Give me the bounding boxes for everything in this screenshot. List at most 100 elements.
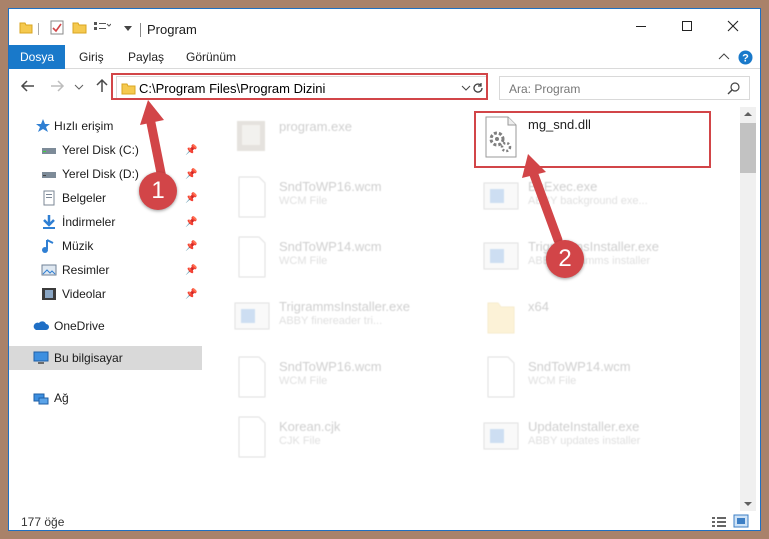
file-item[interactable]: SndToWP14.wcm WCM File	[233, 233, 478, 291]
file-item[interactable]: Korean.cjk CJK File	[233, 413, 478, 471]
properties-icon[interactable]	[50, 20, 64, 35]
videos-icon	[42, 288, 56, 300]
details-view-icon[interactable]	[711, 515, 727, 527]
tab-view[interactable]: Görünüm	[186, 45, 236, 69]
file-type: ABBY trigramms installer	[528, 255, 651, 267]
sidebar-item-label: Belgeler	[62, 191, 107, 205]
address-bar[interactable]: C:\Program Files\Program Dizini	[116, 76, 488, 100]
sidebar-item-label: Müzik	[62, 239, 94, 253]
sidebar-item-this-pc[interactable]: Bu bilgisayar	[9, 346, 202, 370]
file-name: SndToWP16.wcm	[279, 179, 382, 194]
folder-icon	[19, 22, 33, 34]
scrollbar-thumb[interactable]	[740, 123, 756, 173]
forward-arrow-icon[interactable]	[49, 78, 65, 94]
scroll-up-icon[interactable]	[744, 111, 752, 117]
refresh-button[interactable]	[469, 76, 488, 100]
file-item[interactable]: SndToWP14.wcm WCM File	[482, 353, 727, 411]
file-type: WCM File	[279, 195, 328, 207]
tab-share[interactable]: Paylaş	[128, 45, 164, 69]
expand-ribbon-icon[interactable]	[718, 52, 730, 62]
drive-icon	[42, 148, 56, 154]
file-name: SndToWP16.wcm	[279, 359, 382, 374]
recent-locations-icon[interactable]	[74, 82, 84, 92]
minimize-icon	[636, 26, 646, 27]
scroll-down-icon[interactable]	[744, 501, 752, 507]
chevron-down-icon[interactable]	[123, 23, 133, 33]
pin-icon[interactable]: 📌	[185, 145, 197, 156]
sidebar-item-network[interactable]: Ağ	[9, 386, 202, 410]
file-item[interactable]: TrigrammsInstaller.exe ABBY trigramms in…	[482, 233, 727, 291]
window-title: Program	[147, 22, 197, 37]
search-input[interactable]: Ara: Program	[509, 82, 580, 96]
maximize-button[interactable]	[664, 9, 710, 43]
drive-icon	[42, 172, 56, 178]
sidebar-item-downloads[interactable]: İndirmeler 📌	[9, 210, 202, 234]
ribbon: Dosya Giriş Paylaş Görünüm ?	[9, 45, 760, 69]
sidebar-item-videos[interactable]: Videolar 📌	[9, 282, 202, 306]
pin-icon[interactable]: 📌	[185, 193, 197, 204]
new-folder-icon[interactable]	[72, 20, 87, 34]
application-icon	[234, 302, 270, 330]
file-type: ABBY finereader tri...	[279, 315, 383, 327]
file-item-mg-snd-dll[interactable]: mg_snd.dll	[482, 113, 727, 171]
large-icons-view-icon[interactable]	[733, 514, 749, 528]
sidebar-item-label: Bu bilgisayar	[54, 351, 123, 365]
document-icon	[238, 416, 266, 458]
pin-icon[interactable]: 📌	[185, 169, 197, 180]
sidebar-item-label: Videolar	[62, 287, 106, 301]
close-button[interactable]	[710, 9, 756, 43]
file-name: SndToWP14.wcm	[279, 239, 382, 254]
file-name: TrigrammsInstaller.exe	[528, 239, 659, 254]
sidebar-item-label: Yerel Disk (C:)	[62, 143, 139, 157]
file-item[interactable]: SndToWP16.wcm WCM File	[233, 173, 478, 231]
file-item[interactable]: program.exe	[233, 113, 478, 171]
file-type: WCM File	[279, 375, 328, 387]
sidebar-item-label: Resimler	[62, 263, 110, 277]
vertical-scrollbar[interactable]	[740, 107, 756, 511]
folder-icon	[487, 302, 515, 334]
up-arrow-icon[interactable]	[94, 78, 110, 94]
sidebar-item-label: Ağ	[54, 391, 69, 405]
pin-icon[interactable]: 📌	[185, 217, 197, 228]
search-icon[interactable]	[727, 82, 740, 95]
sidebar-item-pictures[interactable]: Resimler 📌	[9, 258, 202, 282]
application-icon	[483, 182, 519, 210]
pictures-icon	[41, 264, 57, 276]
file-item[interactable]: TrigrammsInstaller.exe ABBY finereader t…	[233, 293, 478, 351]
file-name: UpdateInstaller.exe	[528, 419, 640, 434]
search-box[interactable]: Ara: Program	[499, 76, 750, 100]
file-item[interactable]: BgExec.exe ABBY background exe...	[482, 173, 727, 231]
dll-gear-icon	[485, 116, 517, 158]
folder-item-x64[interactable]: x64	[482, 293, 727, 351]
refresh-icon	[473, 83, 483, 93]
pin-icon[interactable]: 📌	[185, 265, 197, 276]
sidebar-item-local-disk-c[interactable]: Yerel Disk (C:) 📌	[9, 138, 202, 162]
title-bar: Program	[9, 9, 760, 45]
address-path[interactable]: C:\Program Files\Program Dizini	[139, 81, 325, 96]
tab-home[interactable]: Giriş	[79, 45, 104, 69]
sidebar-item-label: İndirmeler	[62, 215, 116, 229]
pin-icon[interactable]: 📌	[185, 289, 197, 300]
sidebar-item-quick-access[interactable]: Hızlı erişim	[9, 114, 202, 138]
tab-file[interactable]: Dosya	[9, 45, 65, 69]
back-arrow-icon[interactable]	[20, 78, 36, 94]
sidebar-item-documents[interactable]: Belgeler 📌	[9, 186, 202, 210]
file-explorer-window: Program Dosya Giriş Paylaş Görünüm ? C:\…	[8, 8, 761, 531]
file-item[interactable]: SndToWP16.wcm WCM File	[233, 353, 478, 411]
address-row: C:\Program Files\Program Dizini Ara: Pro…	[9, 69, 760, 105]
file-type: WCM File	[528, 375, 577, 387]
help-icon[interactable]: ?	[738, 50, 753, 65]
sidebar-item-local-disk-d[interactable]: Yerel Disk (D:) 📌	[9, 162, 202, 186]
file-name: TrigrammsInstaller.exe	[279, 299, 410, 314]
minimize-button[interactable]	[618, 9, 664, 43]
documents-icon	[43, 190, 55, 206]
sidebar-item-label: Hızlı erişim	[54, 119, 114, 133]
file-type: ABBY background exe...	[528, 195, 648, 207]
navigation-pane: Hızlı erişim Yerel Disk (C:) 📌 Yerel Dis…	[9, 107, 205, 507]
sidebar-item-onedrive[interactable]: OneDrive	[9, 314, 202, 338]
file-item[interactable]: UpdateInstaller.exe ABBY updates install…	[482, 413, 727, 471]
sidebar-item-music[interactable]: Müzik 📌	[9, 234, 202, 258]
status-bar: 177 öğe	[9, 511, 760, 530]
pin-icon[interactable]: 📌	[185, 241, 197, 252]
customize-quick-access-icon[interactable]	[93, 20, 111, 34]
